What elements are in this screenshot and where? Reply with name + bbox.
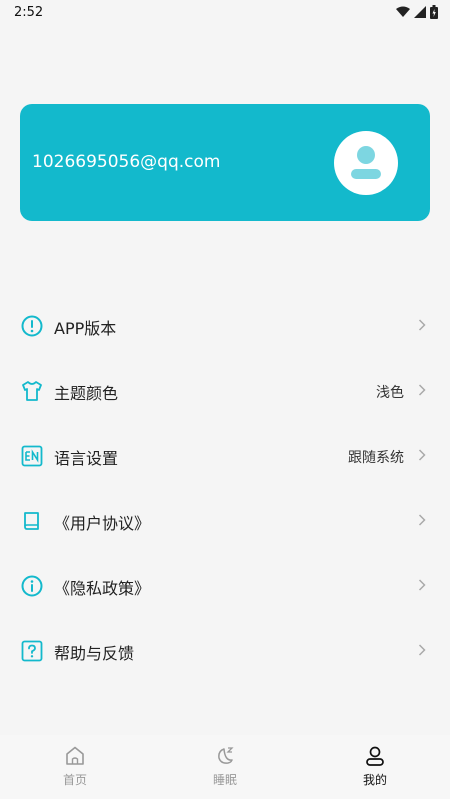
chevron-right-icon (418, 449, 426, 461)
menu-item-language[interactable]: 语言设置 跟随系统 (0, 424, 450, 488)
menu-item-user-agreement[interactable]: 《用户协议》 (0, 489, 450, 553)
chevron-right-icon (418, 384, 426, 396)
status-icons (396, 5, 438, 19)
wifi-icon (396, 6, 410, 17)
profile-email: 1026695056@qq.com (32, 152, 221, 172)
menu-item-privacy-policy[interactable]: 《隐私政策》 (0, 554, 450, 618)
profile-card[interactable]: 1026695056@qq.com (20, 104, 430, 221)
menu-value: 跟随系统 (348, 450, 404, 466)
tab-sleep[interactable]: 睡眠 (150, 735, 300, 799)
book-icon (24, 512, 39, 530)
tab-home[interactable]: 首页 (0, 735, 150, 799)
menu-item-app-version[interactable]: APP版本 (0, 294, 450, 358)
menu-label: APP版本 (54, 319, 117, 338)
status-time: 2:52 (14, 5, 44, 20)
tab-mine[interactable]: 我的 (300, 735, 450, 799)
chevron-right-icon (418, 319, 426, 331)
help-icon (21, 640, 43, 662)
menu-label: 主题颜色 (54, 384, 119, 403)
signal-icon (414, 6, 426, 18)
menu-label: 《隐私政策》 (54, 579, 151, 598)
moon-sleep-icon (218, 747, 234, 764)
info-circle-icon (21, 575, 43, 597)
chevron-right-icon (418, 579, 426, 591)
tab-label: 我的 (362, 773, 387, 787)
tab-label: 首页 (62, 773, 87, 787)
menu-label: 语言设置 (54, 449, 119, 468)
tab-label: 睡眠 (212, 773, 237, 787)
person-icon (366, 746, 384, 766)
menu-item-help-feedback[interactable]: 帮助与反馈 (0, 619, 450, 683)
menu-item-theme-color[interactable]: 主题颜色 浅色 (0, 359, 450, 423)
avatar[interactable] (334, 131, 398, 195)
menu-label: 《用户协议》 (54, 514, 151, 533)
chevron-right-icon (418, 644, 426, 656)
bottom-tab-bar: 首页 睡眠 我的 (0, 735, 450, 799)
battery-icon (430, 5, 438, 19)
person-avatar-icon (351, 146, 381, 179)
menu-value: 浅色 (376, 385, 404, 401)
chevron-right-icon (418, 514, 426, 526)
menu-label: 帮助与反馈 (54, 644, 135, 663)
tshirt-icon (22, 381, 42, 401)
info-icon (21, 315, 43, 337)
language-en-icon (21, 445, 43, 467)
status-bar: 2:52 (0, 0, 450, 26)
home-icon (66, 746, 84, 765)
